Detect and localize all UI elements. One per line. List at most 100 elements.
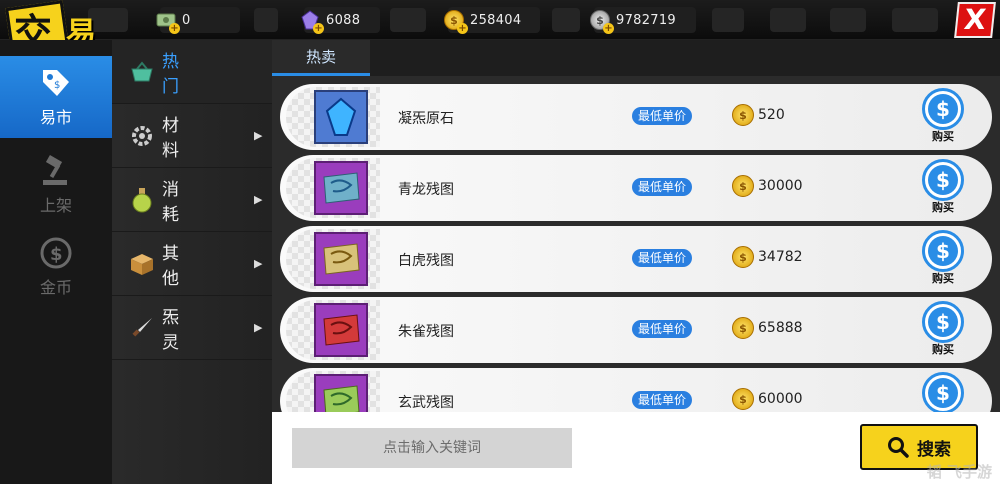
empty-slot [552, 8, 580, 32]
empty-slot [830, 8, 866, 32]
item-price: $ 520 [732, 104, 785, 126]
gold-coin-icon: $ [732, 175, 754, 197]
chevron-right-icon: ▶ [254, 129, 263, 142]
item-thumb-bg [286, 87, 380, 147]
empty-slot [892, 8, 938, 32]
currency-ticket[interactable]: + 0 [156, 7, 240, 34]
map-scroll-icon [314, 303, 368, 357]
item-price: $ 34782 [732, 246, 803, 268]
gavel-icon [38, 154, 74, 188]
dollar-coin-icon: $ [922, 372, 964, 412]
ticket-icon: + [154, 8, 180, 34]
price-value: 34782 [758, 249, 803, 265]
add-gold-icon[interactable]: + [457, 23, 468, 34]
potion-icon [128, 186, 156, 214]
top-bar: + 0 + 6088 $ + 258404 $ + 9782719 交 易 X [0, 0, 1000, 55]
empty-slot [712, 8, 744, 32]
buy-button[interactable]: $ 购买 [920, 301, 966, 359]
buy-label: 购买 [932, 201, 954, 214]
tab-label: 热卖 [305, 48, 336, 66]
dollar-coin-icon: $ [922, 301, 964, 343]
tab-hot-sale[interactable]: 热卖 [272, 40, 370, 76]
nav-item-listing[interactable]: 上架 [0, 144, 112, 226]
nav-item-gold[interactable]: $ 金币 [0, 226, 112, 308]
price-value: 30000 [758, 178, 803, 194]
gold-coin-icon: $ [732, 246, 754, 268]
map-scroll-icon [314, 232, 368, 286]
currency-gold[interactable]: $ + 258404 [444, 7, 540, 34]
buy-button[interactable]: $ 购买 [920, 230, 966, 288]
gold-value: 258404 [470, 12, 522, 28]
item-name: 白虎残图 [398, 253, 454, 269]
category-label: 消耗 [162, 179, 217, 225]
buy-button[interactable]: $ 购买 [920, 159, 966, 217]
silver-coin-icon: $ + [588, 8, 614, 34]
gold-coin-icon: $ [732, 104, 754, 126]
close-button[interactable]: X [954, 2, 996, 38]
crystal-value: 6088 [326, 12, 361, 28]
item-thumb-bg [286, 371, 380, 412]
gold-coin-icon: $ [732, 317, 754, 339]
item-price: $ 65888 [732, 317, 803, 339]
box-icon [128, 250, 156, 278]
currency-crystal[interactable]: + 6088 [301, 7, 380, 34]
add-ticket-icon[interactable]: + [169, 23, 180, 34]
item-thumb-bg [286, 158, 380, 218]
item-list[interactable]: 凝炁原石 最低单价 $ 520 $ 购买 青龙残图 最低单价 $ 30000 $… [272, 76, 1000, 412]
chevron-right-icon: ▶ [254, 193, 263, 206]
lowest-price-badge: 最低单价 [632, 391, 693, 409]
search-icon [888, 437, 909, 458]
list-item[interactable]: 玄武残图 最低单价 $ 60000 $ 购买 [280, 368, 992, 412]
item-name: 玄武残图 [398, 395, 454, 411]
search-button-label: 搜索 [917, 439, 951, 460]
price-value: 520 [758, 107, 785, 123]
category-hot[interactable]: 热门 [112, 40, 272, 104]
dollar-coin-icon: $ [922, 88, 964, 130]
add-crystal-icon[interactable]: + [313, 23, 324, 34]
price-value: 60000 [758, 391, 803, 407]
tab-bar: 热卖 [272, 40, 1000, 76]
map-scroll-icon [314, 161, 368, 215]
add-silver-icon[interactable]: + [603, 23, 614, 34]
list-item[interactable]: 凝炁原石 最低单价 $ 520 $ 购买 [280, 84, 992, 150]
category-materials[interactable]: 材料 ▶ [112, 104, 272, 168]
dollar-coin-icon: $ [922, 230, 964, 272]
crystal-icon [314, 90, 368, 144]
nav-label-market: 易市 [39, 108, 72, 127]
lowest-price-badge: 最低单价 [632, 249, 693, 267]
dollar-coin-icon: $ [922, 159, 964, 201]
gold-coin-icon: $ [732, 388, 754, 410]
category-others[interactable]: 其他 ▶ [112, 232, 272, 296]
price-value: 65888 [758, 320, 803, 336]
empty-slot [390, 8, 426, 32]
gear-icon [128, 122, 156, 150]
watermark: 韬 飞手游 [926, 463, 992, 481]
item-name: 凝炁原石 [398, 111, 454, 127]
category-consumables[interactable]: 消耗 ▶ [112, 168, 272, 232]
empty-slot [770, 8, 806, 32]
list-item[interactable]: 白虎残图 最低单价 $ 34782 $ 购买 [280, 226, 992, 292]
empty-slot [254, 8, 278, 32]
search-input[interactable] [292, 428, 572, 468]
nav-label-gold: 金币 [39, 278, 72, 297]
currency-silver[interactable]: $ + 9782719 [590, 7, 696, 34]
chevron-right-icon: ▶ [254, 321, 263, 334]
category-menu: 热门 材料 ▶ 消耗 ▶ 其他 ▶ 炁灵 ▶ [112, 40, 272, 484]
buy-button[interactable]: $ 购买 [920, 372, 966, 412]
silver-value: 9782719 [616, 12, 676, 28]
item-thumb-bg [286, 229, 380, 289]
category-label: 其他 [162, 243, 217, 289]
item-price: $ 60000 [732, 388, 803, 410]
buy-label: 购买 [932, 343, 954, 356]
list-item[interactable]: 朱雀残图 最低单价 $ 65888 $ 购买 [280, 297, 992, 363]
buy-label: 购买 [932, 272, 954, 285]
buy-button[interactable]: $ 购买 [920, 88, 966, 146]
dollar-coin-icon: $ [38, 236, 74, 270]
item-price: $ 30000 [732, 175, 803, 197]
svg-text:$: $ [50, 244, 63, 265]
lowest-price-badge: 最低单价 [632, 178, 693, 196]
nav-item-market[interactable]: $ 易市 [0, 56, 112, 138]
category-spirit[interactable]: 炁灵 ▶ [112, 296, 272, 360]
ticket-value: 0 [182, 12, 191, 28]
list-item[interactable]: 青龙残图 最低单价 $ 30000 $ 购买 [280, 155, 992, 221]
